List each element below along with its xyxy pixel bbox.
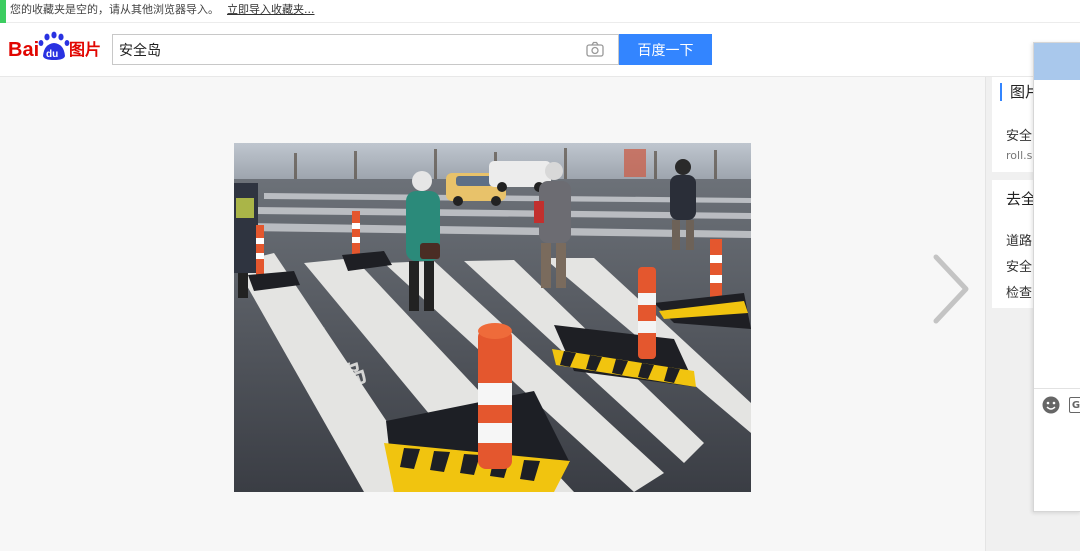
logo-bai: Bai — [8, 39, 39, 61]
related-searches-title: 去全 — [1006, 190, 1037, 208]
logo-image-text: 图片 — [69, 40, 101, 59]
baidu-image-logo[interactable]: Bai du 图片 — [8, 29, 108, 63]
search-header: Bai du 图片 百度一下 — [0, 23, 1080, 77]
logo-du: du — [46, 49, 58, 60]
import-bookmarks-link[interactable]: 立即导入收藏夹... — [227, 0, 315, 20]
gif-icon[interactable]: G — [1069, 397, 1080, 413]
camera-icon[interactable] — [586, 41, 604, 57]
bookmark-bar: 您的收藏夹是空的，请从其他浏览器导入。 立即导入收藏夹... — [0, 0, 1080, 23]
search-button[interactable]: 百度一下 — [619, 34, 712, 65]
image-viewer: 全 岛 — [0, 77, 985, 551]
search-box — [112, 34, 619, 65]
image-source-url[interactable]: roll.s — [1006, 149, 1032, 162]
popup-header[interactable] — [1034, 43, 1080, 80]
next-image-arrow-icon[interactable] — [930, 253, 970, 325]
search-input[interactable] — [119, 35, 579, 64]
bookmark-empty-message: 您的收藏夹是空的，请从其他浏览器导入。 — [10, 3, 219, 16]
related-item[interactable]: 道路 — [1006, 230, 1032, 249]
safety-island-photo[interactable]: 全 岛 — [234, 143, 751, 492]
related-item[interactable]: 检查 — [1006, 282, 1032, 301]
popup-divider — [1034, 388, 1080, 389]
image-source-title[interactable]: 安全 — [1006, 125, 1032, 144]
related-item[interactable]: 安全 — [1006, 256, 1032, 275]
emoji-smile-icon[interactable] — [1042, 396, 1060, 414]
floating-popup: G — [1033, 42, 1080, 512]
